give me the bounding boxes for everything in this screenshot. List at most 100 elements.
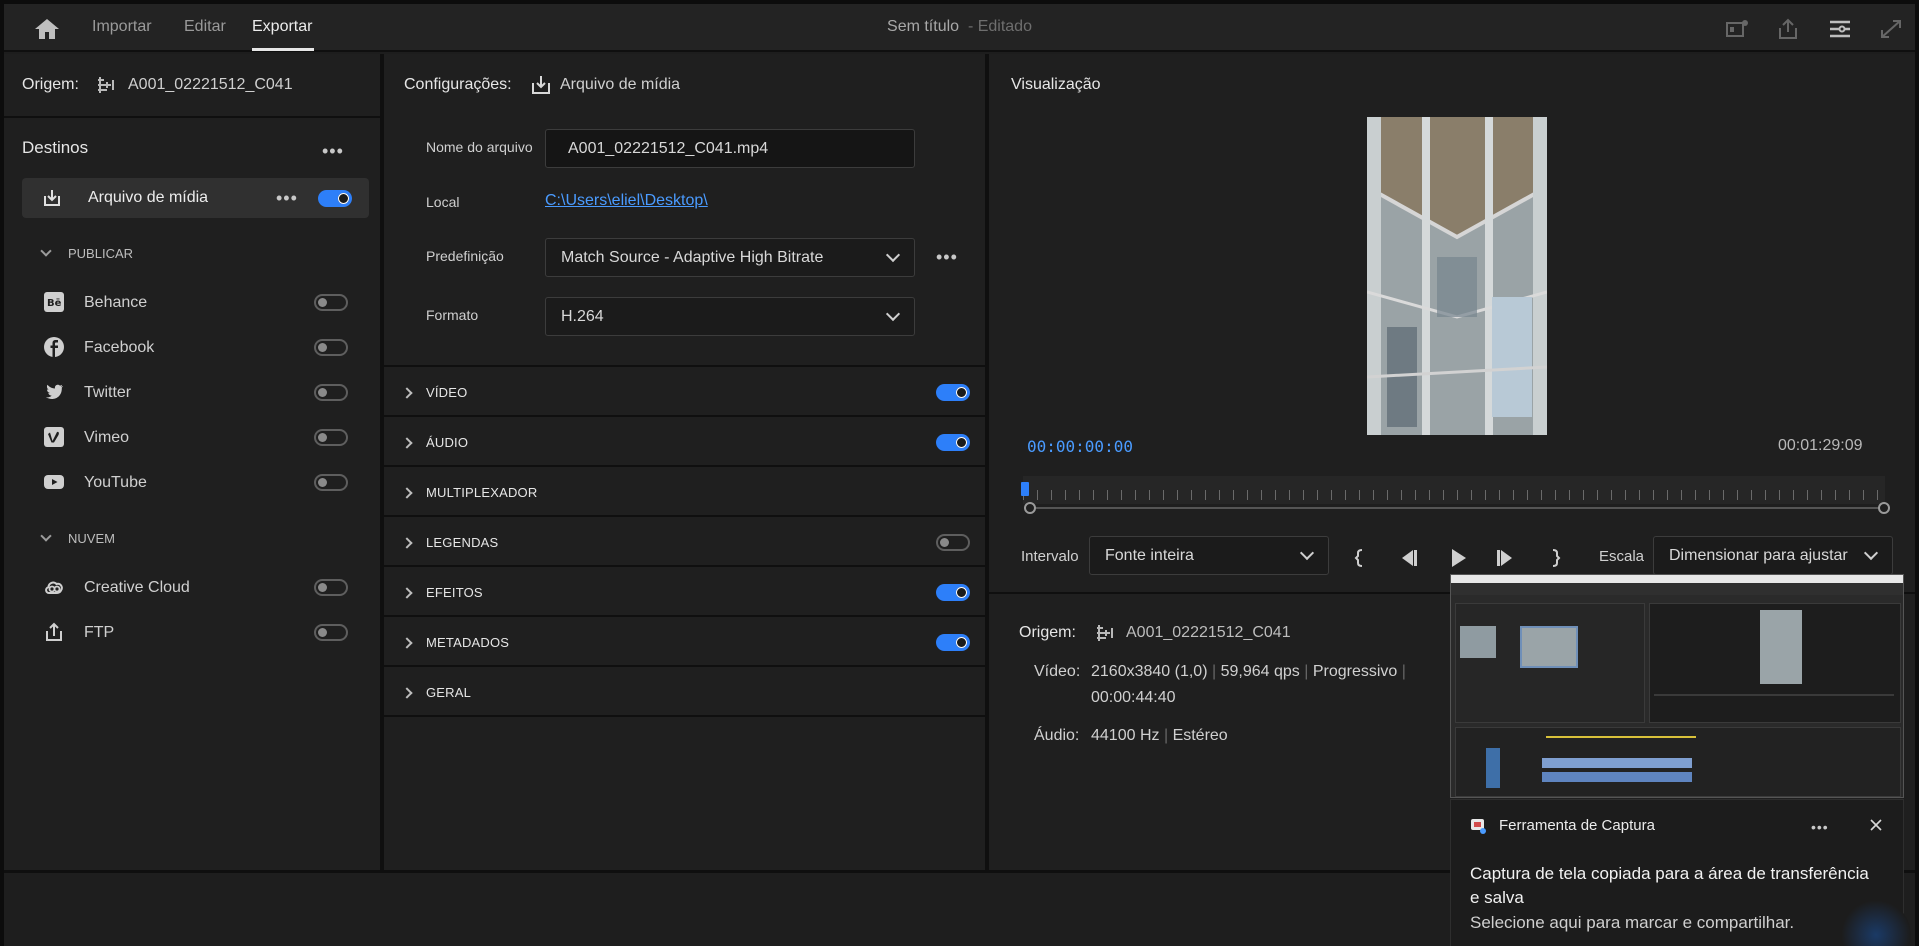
chevron-down-icon[interactable] (40, 530, 52, 542)
fullscreen-icon[interactable] (1878, 17, 1904, 41)
audio-toggle[interactable] (936, 434, 970, 451)
destinations-panel: Origem: A001_02221512_C041 Destinos ••• … (4, 54, 384, 870)
divider (4, 116, 380, 118)
workspace-menu-icon[interactable] (1827, 17, 1853, 41)
preset-value: Match Source - Adaptive High Bitrate (561, 249, 824, 266)
notification-toast[interactable]: Ferramenta de Captura ••• Captura de tel… (1450, 799, 1911, 946)
range-in-handle[interactable] (1024, 502, 1036, 514)
audio-rate: 44100 Hz (1091, 727, 1160, 744)
range-value: Fonte inteira (1105, 547, 1194, 564)
mini-scrubber (1654, 694, 1894, 696)
youtube-toggle[interactable] (314, 474, 348, 491)
chevron-down-icon[interactable] (40, 245, 52, 257)
settings-panel: Configurações: Arquivo de mídia Nome do … (384, 54, 989, 870)
chevron-right-icon (401, 537, 413, 549)
format-dropdown[interactable]: H.264 (545, 297, 915, 336)
facebook-toggle[interactable] (314, 339, 348, 356)
download-icon (532, 76, 550, 94)
section-general[interactable]: GERAL (384, 667, 985, 717)
chevron-right-icon (401, 387, 413, 399)
publish-header[interactable]: PUBLICAR (68, 246, 133, 261)
svg-text:Bē: Bē (47, 298, 62, 309)
media-file-more-button[interactable]: ••• (276, 189, 298, 207)
mini-project-panel (1455, 603, 1645, 723)
section-label: EFEITOS (426, 585, 483, 600)
step-back-icon[interactable] (1397, 547, 1419, 569)
video-fps: 59,964 qps (1220, 663, 1300, 680)
preview-title: Visualização (1011, 76, 1101, 93)
creative-cloud-toggle[interactable] (314, 579, 348, 596)
mini-clip-1 (1460, 626, 1496, 658)
capture-thumbnail[interactable] (1450, 574, 1904, 798)
filename-value: A001_02221512_C041.mp4 (568, 140, 769, 157)
mini-audio-clip (1542, 772, 1692, 782)
preset-more-button[interactable]: ••• (936, 248, 958, 266)
section-label: ÁUDIO (426, 435, 469, 450)
section-video[interactable]: VÍDEO (384, 367, 985, 417)
ftp-toggle[interactable] (314, 624, 348, 641)
mark-in-icon[interactable] (1350, 547, 1372, 569)
active-tab-indicator (252, 48, 314, 51)
mini-titlebar (1451, 575, 1903, 583)
vimeo-toggle[interactable] (314, 429, 348, 446)
captions-toggle[interactable] (936, 534, 970, 551)
timecode-current[interactable]: 00:00:00:00 (1027, 437, 1133, 456)
destinations-more-button[interactable]: ••• (322, 142, 344, 160)
audio-channels: Estéreo (1172, 727, 1228, 744)
video-info: 2160x3840 (1,0) | 59,964 qps | Progressi… (1091, 663, 1406, 680)
share-icon[interactable] (1775, 17, 1801, 41)
section-label: METADADOS (426, 635, 510, 650)
mini-work-area (1546, 736, 1696, 738)
range-dropdown[interactable]: Fonte inteira (1089, 536, 1329, 575)
range-label: Intervalo (1021, 548, 1079, 565)
media-file-toggle[interactable] (318, 190, 352, 207)
behance-toggle[interactable] (314, 294, 348, 311)
publish-item-youtube: YouTube (84, 474, 147, 491)
mini-timeline (1455, 727, 1901, 797)
playhead[interactable] (1021, 482, 1029, 496)
location-link[interactable]: C:\Users\eliel\Desktop\ (545, 192, 708, 210)
preset-label: Predefinição (426, 248, 504, 264)
chevron-right-icon (401, 487, 413, 499)
cloud-header[interactable]: NUVEM (68, 531, 115, 546)
media-file-destination[interactable]: Arquivo de mídia ••• (22, 178, 369, 218)
video-resolution: 2160x3840 (1,0) (1091, 663, 1208, 680)
chevron-right-icon (401, 437, 413, 449)
range-out-handle[interactable] (1878, 502, 1890, 514)
sequence-icon (98, 77, 114, 93)
mark-out-icon[interactable] (1543, 547, 1565, 569)
document-title: Sem título - Editado (4, 18, 1915, 36)
sequence-icon (1097, 625, 1113, 641)
range-track[interactable] (1030, 507, 1886, 509)
media-file-label: Arquivo de mídia (88, 189, 209, 206)
toast-more-button[interactable]: ••• (1811, 820, 1829, 834)
close-icon[interactable] (1869, 818, 1883, 832)
chevron-right-icon (401, 637, 413, 649)
twitter-icon (45, 384, 63, 399)
metadata-toggle[interactable] (936, 634, 970, 651)
section-metadata[interactable]: METADADOS (384, 617, 985, 667)
section-audio[interactable]: ÁUDIO (384, 417, 985, 467)
effects-toggle[interactable] (936, 584, 970, 601)
section-captions[interactable]: LEGENDAS (384, 517, 985, 567)
step-forward-icon[interactable] (1495, 547, 1517, 569)
video-toggle[interactable] (936, 384, 970, 401)
filename-input[interactable]: A001_02221512_C041.mp4 (545, 129, 915, 168)
section-label: LEGENDAS (426, 535, 499, 550)
quick-export-icon[interactable] (1724, 17, 1750, 41)
section-multiplexer[interactable]: MULTIPLEXADOR (384, 467, 985, 517)
mini-video-clip (1542, 758, 1692, 768)
section-effects[interactable]: EFEITOS (384, 567, 985, 617)
toast-message-line2: e salva (1470, 888, 1524, 907)
scale-dropdown[interactable]: Dimensionar para ajustar (1653, 536, 1893, 575)
behance-icon: Bē (44, 292, 64, 312)
timeline-ruler[interactable] (1023, 476, 1885, 504)
toast-glow (1841, 900, 1911, 946)
twitter-toggle[interactable] (314, 384, 348, 401)
origin-name: A001_02221512_C041 (128, 76, 293, 93)
preset-dropdown[interactable]: Match Source - Adaptive High Bitrate (545, 238, 915, 277)
play-icon[interactable] (1447, 547, 1469, 569)
settings-title: Configurações: (404, 76, 512, 93)
chevron-down-icon (1299, 545, 1315, 561)
chevron-down-icon (885, 247, 901, 263)
